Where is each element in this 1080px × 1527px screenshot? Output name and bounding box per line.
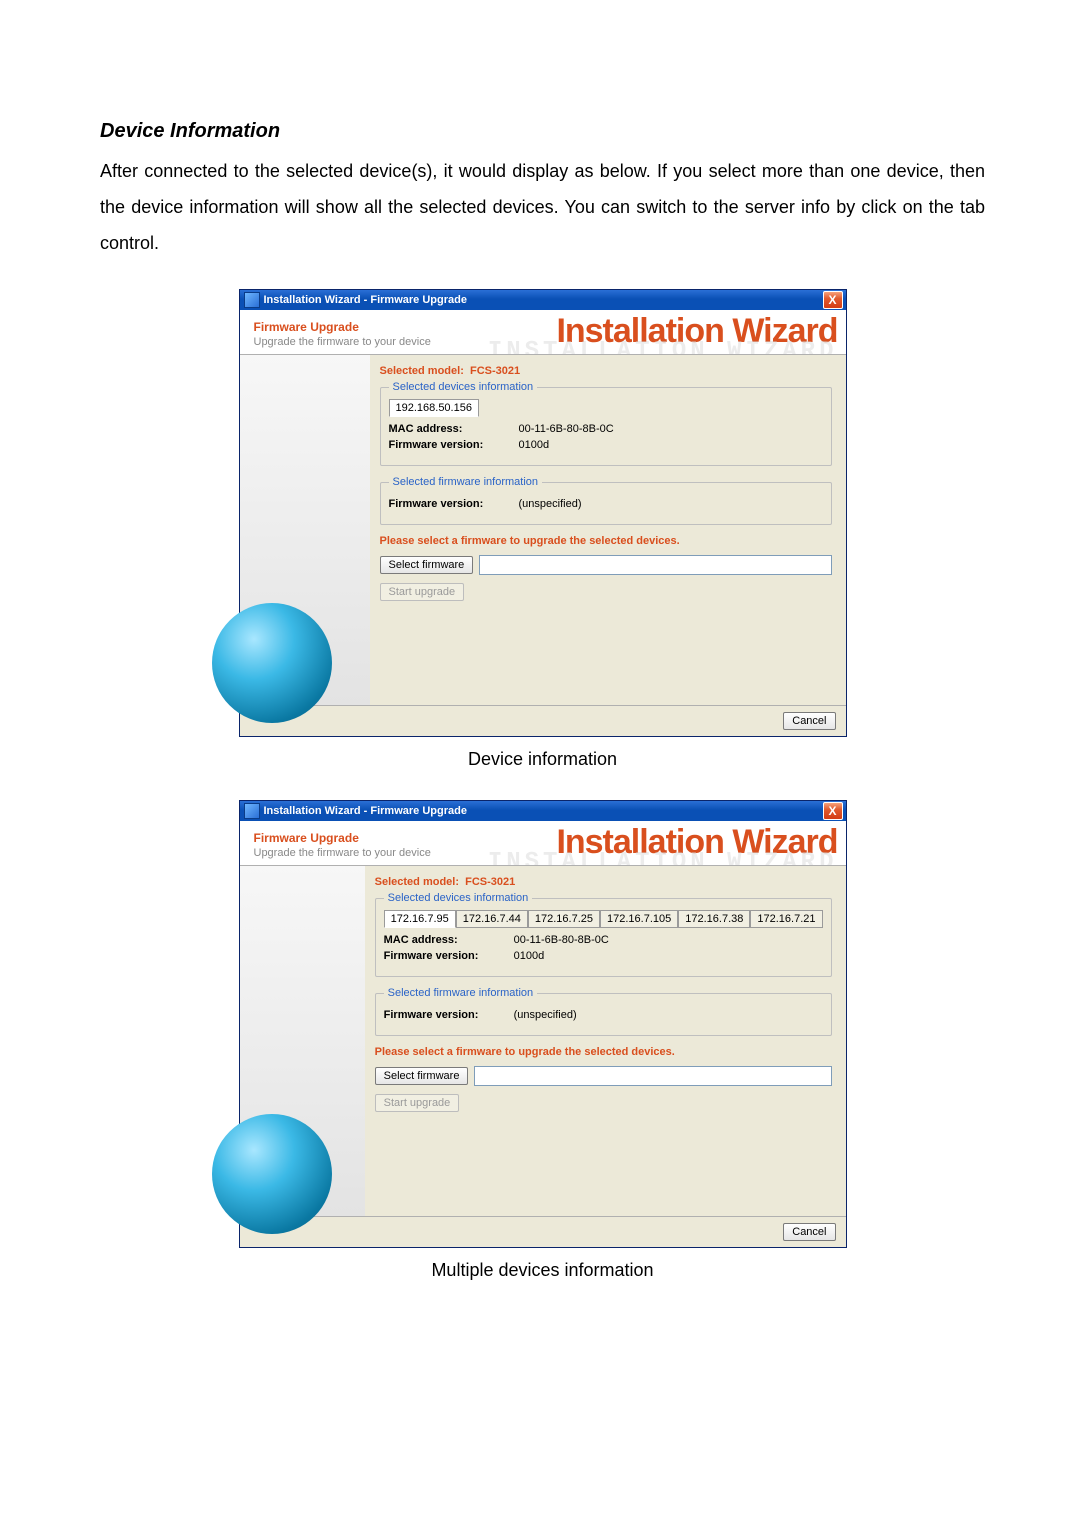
firmware-info-group: Selected firmware information Firmware v… bbox=[380, 476, 832, 525]
figure2-caption: Multiple devices information bbox=[100, 1260, 985, 1281]
select-firmware-button[interactable]: Select firmware bbox=[375, 1067, 469, 1085]
firmware-info-group: Selected firmware information Firmware v… bbox=[375, 987, 832, 1036]
device-tab[interactable]: 172.16.7.105 bbox=[600, 910, 678, 928]
body-paragraph: After connected to the selected device(s… bbox=[100, 153, 985, 261]
wizard-brand-shadow: INSTALLATION WIZARD bbox=[488, 849, 838, 866]
app-icon bbox=[244, 803, 260, 819]
device-tab[interactable]: 192.168.50.156 bbox=[389, 399, 479, 417]
decorative-orb bbox=[212, 603, 332, 723]
mac-label: MAC address: bbox=[389, 423, 501, 435]
select-firmware-prompt: Please select a firmware to upgrade the … bbox=[375, 1046, 832, 1058]
dialog-footer: Cancel bbox=[240, 705, 846, 736]
model-label: Selected model: bbox=[375, 876, 459, 888]
dialog-footer: Cancel bbox=[240, 1216, 846, 1247]
firmware-version-label: Firmware version: bbox=[384, 950, 496, 962]
select-firmware-button[interactable]: Select firmware bbox=[380, 556, 474, 574]
cancel-button[interactable]: Cancel bbox=[783, 712, 835, 730]
dialog-header: Firmware Upgrade Upgrade the firmware to… bbox=[240, 310, 846, 355]
dialog-header: Firmware Upgrade Upgrade the firmware to… bbox=[240, 821, 846, 866]
firmware-version-label: Firmware version: bbox=[389, 439, 501, 451]
mac-value: 00-11-6B-80-8B-0C bbox=[514, 934, 609, 946]
mac-value: 00-11-6B-80-8B-0C bbox=[519, 423, 614, 435]
cancel-button[interactable]: Cancel bbox=[783, 1223, 835, 1241]
window-titlebar: Installation Wizard - Firmware Upgrade X bbox=[240, 290, 846, 310]
mac-label: MAC address: bbox=[384, 934, 496, 946]
window-titlebar: Installation Wizard - Firmware Upgrade X bbox=[240, 801, 846, 821]
device-tab[interactable]: 172.16.7.95 bbox=[384, 910, 456, 928]
window-title: Installation Wizard - Firmware Upgrade bbox=[264, 805, 823, 817]
device-tab[interactable]: 172.16.7.44 bbox=[456, 910, 528, 928]
app-icon bbox=[244, 292, 260, 308]
device-tab[interactable]: 172.16.7.25 bbox=[528, 910, 600, 928]
selected-fw-version-label: Firmware version: bbox=[384, 1009, 496, 1021]
model-value: FCS-3021 bbox=[465, 876, 515, 888]
selected-model-line: Selected model: FCS-3021 bbox=[375, 876, 832, 888]
select-firmware-prompt: Please select a firmware to upgrade the … bbox=[380, 535, 832, 547]
section-heading: Device Information bbox=[100, 120, 985, 143]
start-upgrade-button: Start upgrade bbox=[380, 583, 465, 601]
devices-info-group: Selected devices information 172.16.7.95… bbox=[375, 892, 832, 977]
close-icon[interactable]: X bbox=[823, 802, 843, 820]
firmware-upgrade-dialog: Installation Wizard - Firmware Upgrade X… bbox=[239, 289, 847, 737]
selected-fw-version-label: Firmware version: bbox=[389, 498, 501, 510]
device-tab[interactable]: 172.16.7.21 bbox=[750, 910, 822, 928]
model-value: FCS-3021 bbox=[470, 365, 520, 377]
devices-info-group: Selected devices information 192.168.50.… bbox=[380, 381, 832, 466]
firmware-version-value: 0100d bbox=[514, 950, 545, 962]
firmware-path-field[interactable] bbox=[479, 555, 831, 575]
device-tabs: 172.16.7.95 172.16.7.44 172.16.7.25 172.… bbox=[384, 910, 823, 928]
devices-group-legend: Selected devices information bbox=[384, 892, 533, 904]
firmware-group-legend: Selected firmware information bbox=[389, 476, 543, 488]
start-upgrade-button: Start upgrade bbox=[375, 1094, 460, 1112]
selected-model-line: Selected model: FCS-3021 bbox=[380, 365, 832, 377]
model-label: Selected model: bbox=[380, 365, 464, 377]
device-tab[interactable]: 172.16.7.38 bbox=[678, 910, 750, 928]
figure1-caption: Device information bbox=[100, 749, 985, 770]
devices-group-legend: Selected devices information bbox=[389, 381, 538, 393]
firmware-version-value: 0100d bbox=[519, 439, 550, 451]
left-gradient-panel bbox=[240, 355, 370, 705]
firmware-path-field[interactable] bbox=[474, 1066, 831, 1086]
left-gradient-panel bbox=[240, 866, 365, 1216]
firmware-upgrade-dialog-multi: Installation Wizard - Firmware Upgrade X… bbox=[239, 800, 847, 1248]
device-tabs: 192.168.50.156 bbox=[389, 399, 823, 417]
decorative-orb bbox=[212, 1114, 332, 1234]
wizard-brand-shadow: INSTALLATION WIZARD bbox=[488, 338, 838, 355]
firmware-group-legend: Selected firmware information bbox=[384, 987, 538, 999]
selected-fw-version-value: (unspecified) bbox=[514, 1009, 577, 1021]
selected-fw-version-value: (unspecified) bbox=[519, 498, 582, 510]
close-icon[interactable]: X bbox=[823, 291, 843, 309]
window-title: Installation Wizard - Firmware Upgrade bbox=[264, 294, 823, 306]
